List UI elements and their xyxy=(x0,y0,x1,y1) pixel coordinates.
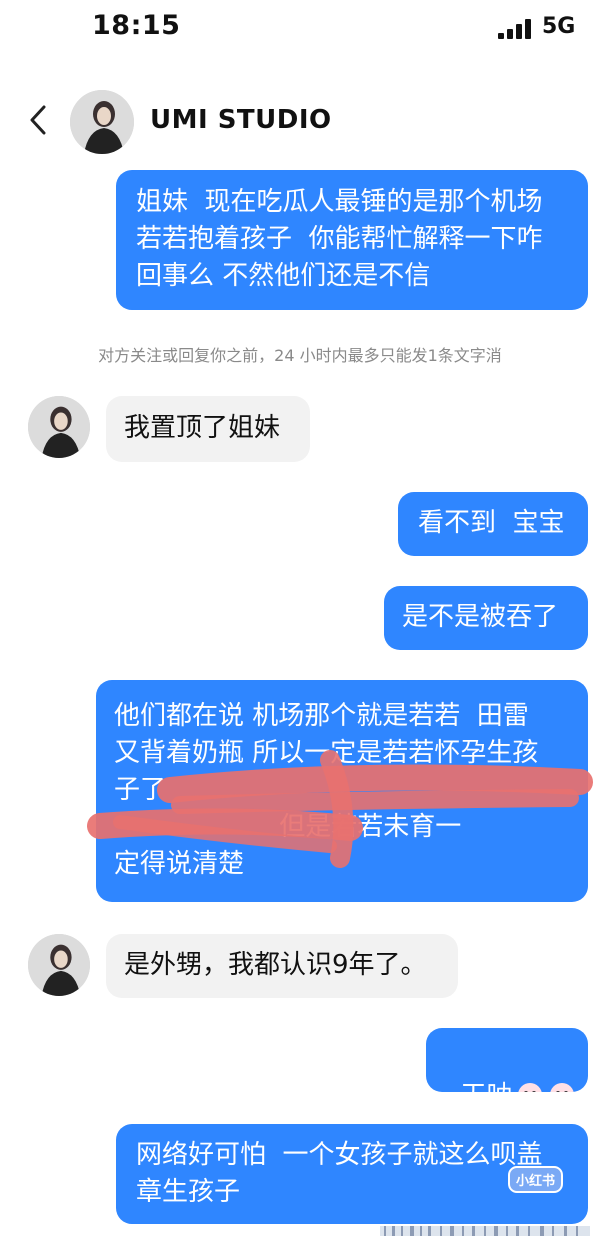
signal-icon xyxy=(498,19,532,39)
message-outgoing: 是不是被吞了 xyxy=(384,586,588,650)
message-text: 天呐 xyxy=(461,1081,513,1092)
header-avatar[interactable] xyxy=(70,90,134,154)
watermark-barcode xyxy=(380,1226,590,1236)
chat-title: UMI STUDIO xyxy=(150,105,332,135)
emoji-icon xyxy=(547,1080,577,1092)
message-incoming: 我置顶了姐妹 xyxy=(106,396,310,462)
emoji-icon xyxy=(515,1080,545,1092)
watermark-label: 小红书 xyxy=(508,1166,564,1193)
back-chevron-icon[interactable] xyxy=(28,104,48,136)
contact-avatar[interactable] xyxy=(28,934,90,996)
message-incoming: 是外甥，我都认识9年了。 xyxy=(106,934,458,998)
contact-avatar[interactable] xyxy=(28,396,90,458)
message-outgoing: 他们都在说 机场那个就是若若 田雷 又背着奶瓶 所以一定是若若怀孕生孩 子了 但… xyxy=(96,680,588,902)
xiaohongshu-watermark: 小红书 xyxy=(500,1162,572,1206)
message-outgoing: 天呐 xyxy=(426,1028,588,1092)
message-outgoing: 看不到 宝宝 xyxy=(398,492,588,556)
network-type: 5G xyxy=(542,14,576,39)
message-outgoing: 姐妹 现在吃瓜人最锤的是那个机场 若若抱着孩子 你能帮忙解释一下咋 回事么 不然… xyxy=(116,170,588,310)
status-time: 18:15 xyxy=(92,10,181,41)
system-notice: 对方关注或回复你之前，24 小时内最多只能发1条文字消 xyxy=(98,346,502,365)
